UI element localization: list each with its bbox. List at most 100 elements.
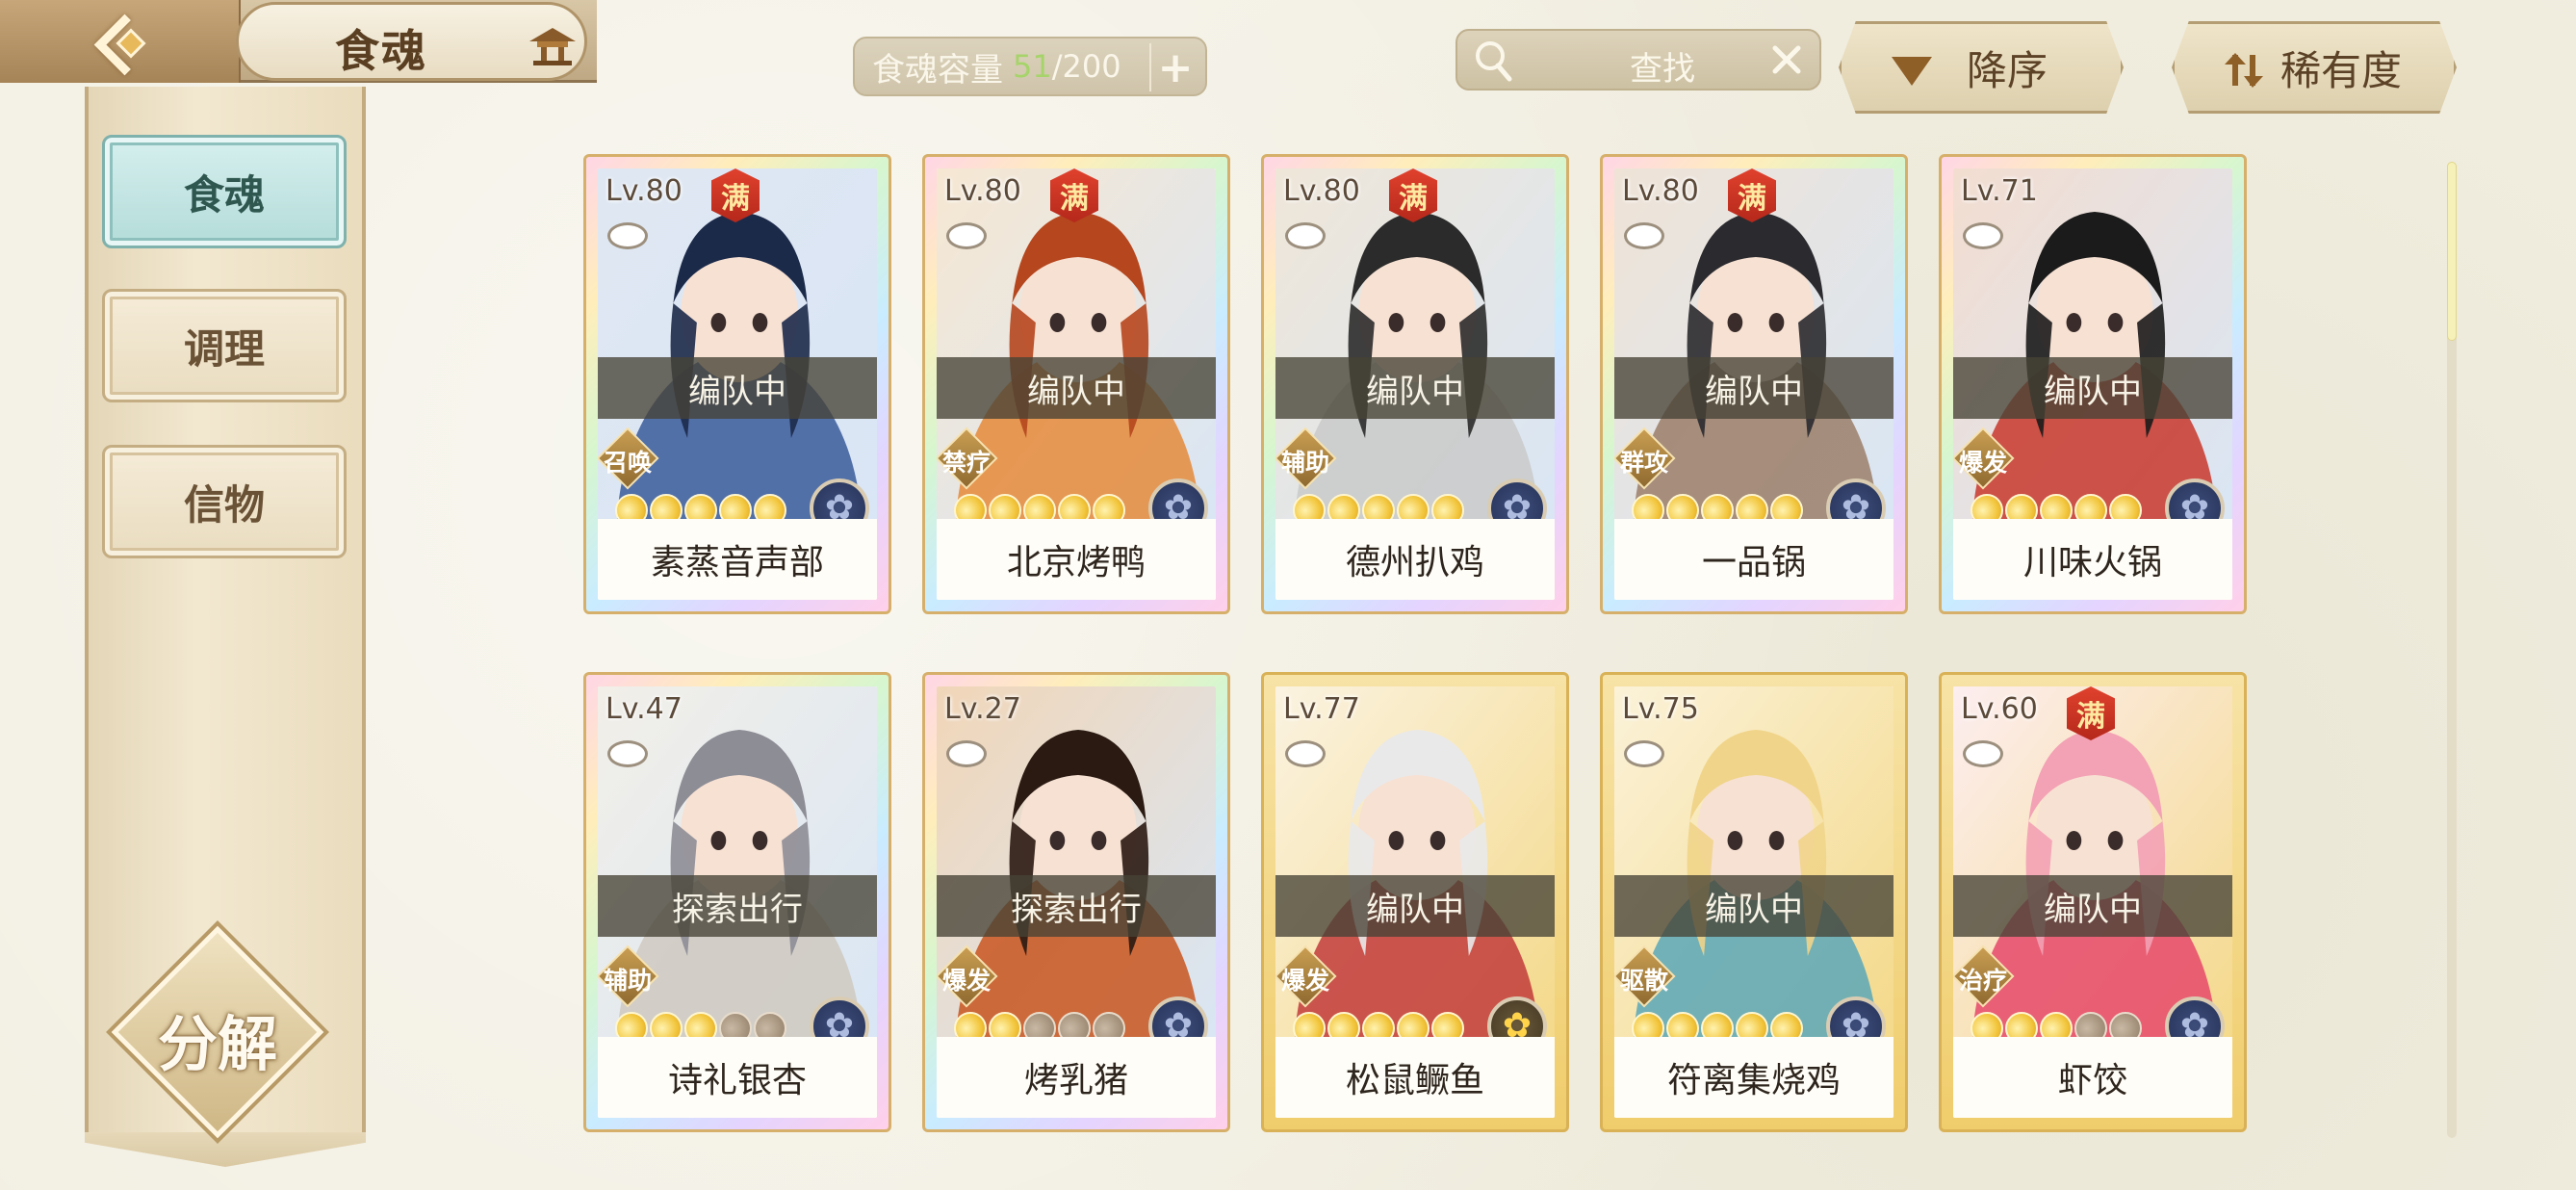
card-name: 素蒸音声部 bbox=[598, 519, 877, 600]
food-soul-card[interactable]: Lv.80 满 编队中 召唤 素蒸音声部 bbox=[583, 154, 891, 614]
card-level: Lv.80 bbox=[944, 174, 1021, 208]
card-level: Lv.80 bbox=[1283, 174, 1360, 208]
search-placeholder: 查找 bbox=[1630, 50, 1695, 89]
role-label: 爆发 bbox=[941, 967, 991, 995]
sort-order-label: 降序 bbox=[1967, 46, 2048, 94]
role-badge: 群攻 bbox=[1614, 427, 1676, 490]
magnifier-icon bbox=[1476, 41, 1512, 82]
page-title: 食魂 bbox=[335, 25, 427, 77]
tab-food-souls[interactable]: 食魂 bbox=[102, 135, 347, 248]
role-label: 群攻 bbox=[1619, 449, 1668, 477]
card-status: 编队中 bbox=[598, 357, 877, 419]
skill-slot-icon bbox=[1963, 740, 2003, 767]
food-soul-card[interactable]: Lv.75 编队中 驱散 符离集烧鸡 bbox=[1600, 672, 1908, 1132]
pavilion-icon[interactable] bbox=[528, 24, 578, 66]
food-soul-card[interactable]: Lv.80 满 编队中 辅助 德州扒鸡 bbox=[1261, 154, 1569, 614]
capacity-display: 食魂容量 51/200 + bbox=[853, 37, 1207, 96]
skill-slot-icon bbox=[946, 222, 987, 249]
card-name: 诗礼银杏 bbox=[598, 1037, 877, 1118]
role-badge: 召唤 bbox=[598, 427, 659, 490]
card-inner: Lv.80 满 编队中 辅助 德州扒鸡 bbox=[1275, 168, 1555, 600]
food-soul-card[interactable]: Lv.47 探索出行 辅助 诗礼银杏 bbox=[583, 672, 891, 1132]
skill-slot-icon bbox=[607, 740, 648, 767]
card-inner: Lv.80 满 编队中 禁疗 北京烤鸭 bbox=[937, 168, 1216, 600]
card-status: 编队中 bbox=[1275, 357, 1555, 419]
card-inner: Lv.60 满 编队中 治疗 虾饺 bbox=[1953, 686, 2232, 1118]
food-soul-card[interactable]: Lv.60 满 编队中 治疗 虾饺 bbox=[1939, 672, 2247, 1132]
card-level: Lv.75 bbox=[1622, 692, 1699, 726]
card-name: 虾饺 bbox=[1953, 1037, 2232, 1118]
card-status: 编队中 bbox=[1614, 875, 1893, 937]
card-inner: Lv.71 编队中 爆发 川味火锅 bbox=[1953, 168, 2232, 600]
card-inner: Lv.27 探索出行 爆发 烤乳猪 bbox=[937, 686, 1216, 1118]
food-soul-card[interactable]: Lv.80 满 编队中 群攻 一品锅 bbox=[1600, 154, 1908, 614]
role-label: 召唤 bbox=[603, 449, 652, 477]
role-label: 辅助 bbox=[603, 967, 652, 995]
role-label: 辅助 bbox=[1280, 449, 1329, 477]
card-name: 烤乳猪 bbox=[937, 1037, 1216, 1118]
card-inner: Lv.80 满 编队中 召唤 素蒸音声部 bbox=[598, 168, 877, 600]
tab-conditioning[interactable]: 调理 bbox=[102, 289, 347, 402]
role-badge: 治疗 bbox=[1953, 944, 2015, 1008]
card-status: 编队中 bbox=[1953, 357, 2232, 419]
skill-slot-icon bbox=[1624, 222, 1664, 249]
role-badge: 禁疗 bbox=[937, 427, 998, 490]
role-label: 爆发 bbox=[1958, 449, 2007, 477]
sort-field-button[interactable]: 稀有度 bbox=[2172, 21, 2457, 114]
capacity-separator: / bbox=[1051, 48, 1063, 85]
role-label: 爆发 bbox=[1280, 967, 1329, 995]
card-status: 编队中 bbox=[937, 357, 1216, 419]
card-level: Lv.27 bbox=[944, 692, 1021, 726]
scrollbar[interactable] bbox=[2447, 162, 2457, 1138]
capacity-max: 200 bbox=[1062, 48, 1121, 85]
card-name: 一品锅 bbox=[1614, 519, 1893, 600]
food-soul-card[interactable]: Lv.27 探索出行 爆发 烤乳猪 bbox=[922, 672, 1230, 1132]
card-inner: Lv.77 编队中 爆发 松鼠鳜鱼 bbox=[1275, 686, 1555, 1118]
role-label: 禁疗 bbox=[941, 449, 991, 477]
card-level: Lv.60 bbox=[1961, 692, 2038, 726]
search-input[interactable]: 查找 bbox=[1455, 29, 1821, 91]
card-level: Lv.71 bbox=[1961, 174, 2038, 208]
back-button[interactable] bbox=[0, 0, 241, 83]
add-capacity-button[interactable]: + bbox=[1149, 43, 1199, 92]
card-status: 编队中 bbox=[1953, 875, 2232, 937]
food-soul-card[interactable]: Lv.80 满 编队中 禁疗 北京烤鸭 bbox=[922, 154, 1230, 614]
role-badge: 爆发 bbox=[1275, 944, 1337, 1008]
skill-slot-icon bbox=[946, 740, 987, 767]
card-inner: Lv.47 探索出行 辅助 诗礼银杏 bbox=[598, 686, 877, 1118]
food-soul-card[interactable]: Lv.77 编队中 爆发 松鼠鳜鱼 bbox=[1261, 672, 1569, 1132]
card-level: Lv.77 bbox=[1283, 692, 1360, 726]
role-badge: 驱散 bbox=[1614, 944, 1676, 1008]
card-name: 北京烤鸭 bbox=[937, 519, 1216, 600]
sort-arrows-icon bbox=[2225, 53, 2263, 88]
card-name: 松鼠鳜鱼 bbox=[1275, 1037, 1555, 1118]
card-inner: Lv.80 满 编队中 群攻 一品锅 bbox=[1614, 168, 1893, 600]
title-tab: 食魂 bbox=[236, 2, 587, 81]
decompose-button[interactable]: 分解 bbox=[111, 925, 324, 1139]
chevron-left-icon bbox=[90, 12, 149, 71]
role-badge: 辅助 bbox=[598, 944, 659, 1008]
food-soul-card[interactable]: Lv.71 编队中 爆发 川味火锅 bbox=[1939, 154, 2247, 614]
card-name: 德州扒鸡 bbox=[1275, 519, 1555, 600]
role-label: 治疗 bbox=[1958, 967, 2007, 995]
capacity-label: 食魂容量 bbox=[872, 50, 1003, 90]
decompose-label: 分解 bbox=[157, 1009, 277, 1079]
sort-order-button[interactable]: 降序 bbox=[1839, 21, 2124, 114]
skill-slot-icon bbox=[607, 222, 648, 249]
card-inner: Lv.75 编队中 驱散 符离集烧鸡 bbox=[1614, 686, 1893, 1118]
card-status: 编队中 bbox=[1275, 875, 1555, 937]
triangle-down-icon bbox=[1892, 57, 1932, 86]
role-badge: 辅助 bbox=[1275, 427, 1337, 490]
card-status: 探索出行 bbox=[937, 875, 1216, 937]
scroll-thumb[interactable] bbox=[2447, 162, 2457, 341]
title-bar: 食魂 bbox=[0, 0, 597, 83]
tab-tokens[interactable]: 信物 bbox=[102, 445, 347, 558]
skill-slot-icon bbox=[1285, 740, 1326, 767]
close-icon[interactable] bbox=[1767, 40, 1806, 79]
skill-slot-icon bbox=[1285, 222, 1326, 249]
sort-field-label: 稀有度 bbox=[2280, 46, 2403, 94]
skill-slot-icon bbox=[1963, 222, 2003, 249]
role-badge: 爆发 bbox=[937, 944, 998, 1008]
card-level: Lv.80 bbox=[605, 174, 683, 208]
card-status: 探索出行 bbox=[598, 875, 877, 937]
